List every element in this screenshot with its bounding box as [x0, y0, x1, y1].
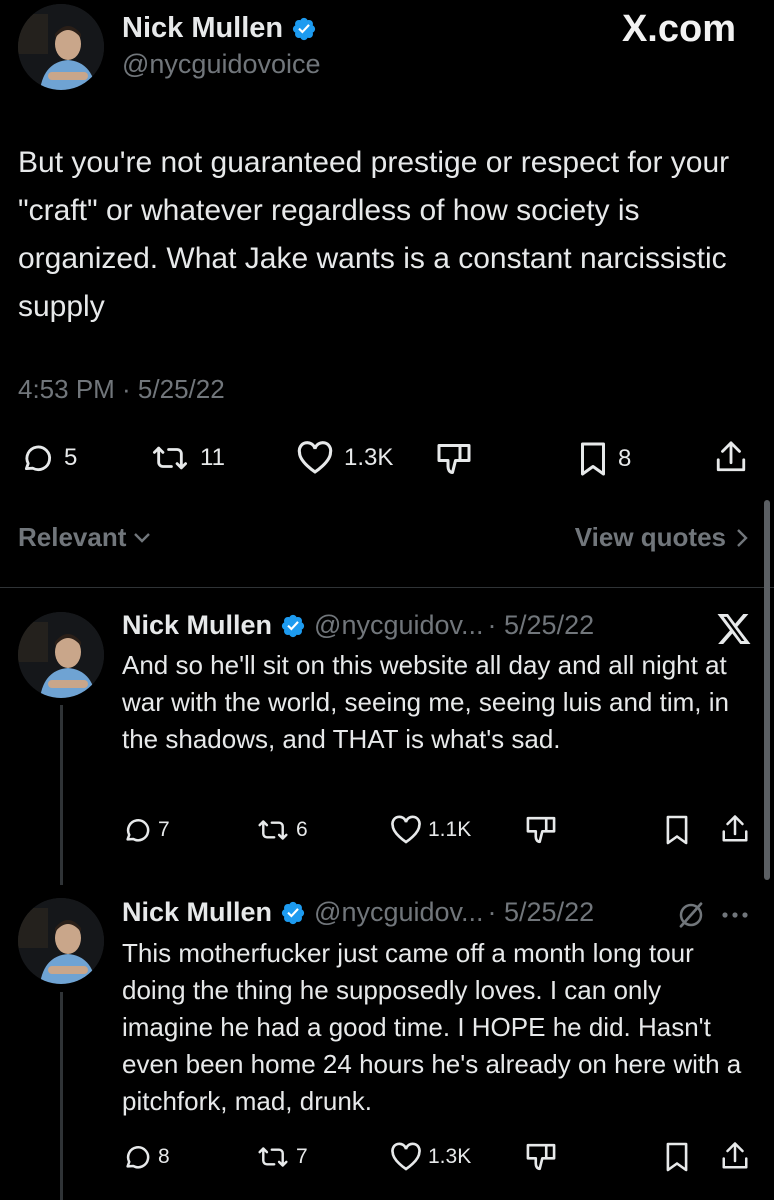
- tweet-timestamp[interactable]: 4:53 PM · 5/25/22: [18, 374, 225, 405]
- downvote-icon[interactable]: [434, 441, 474, 477]
- reply-handle[interactable]: @nycguidov...: [314, 610, 484, 641]
- grok-icon[interactable]: [676, 900, 706, 930]
- repost-count: 11: [200, 444, 225, 471]
- reply-repost-button[interactable]: 7: [256, 1142, 308, 1172]
- tweet-text: But you're not guaranteed prestige or re…: [18, 146, 730, 323]
- reply-author-name[interactable]: Nick Mullen: [122, 610, 272, 641]
- like-button[interactable]: 1.3K: [296, 441, 393, 475]
- reply-avatar[interactable]: [18, 612, 104, 698]
- like-count: 1.3K: [344, 444, 394, 471]
- bookmark-icon[interactable]: [664, 1141, 690, 1173]
- bookmark-icon: [578, 441, 608, 477]
- x-logo-icon: [716, 612, 752, 646]
- reply-text: This motherfucker just came off a month …: [122, 938, 742, 1116]
- share-icon[interactable]: [720, 812, 750, 846]
- reply-handle[interactable]: @nycguidov...: [314, 897, 484, 928]
- reply-reply-button[interactable]: 8: [122, 1142, 170, 1172]
- reply-repost-button[interactable]: 6: [256, 815, 308, 845]
- sort-dropdown[interactable]: Relevant: [18, 522, 152, 553]
- scrollbar[interactable]: [764, 500, 770, 880]
- chevron-down-icon: [132, 531, 152, 545]
- downvote-icon[interactable]: [524, 814, 558, 846]
- repost-icon: [150, 441, 190, 475]
- chevron-right-icon: [736, 528, 748, 548]
- bookmark-button[interactable]: 8: [578, 441, 631, 477]
- bookmark-icon[interactable]: [664, 814, 690, 846]
- heart-icon: [296, 441, 334, 475]
- share-icon[interactable]: [714, 438, 748, 476]
- reply-like-button[interactable]: 1.1K: [390, 815, 471, 845]
- reply-text: And so he'll sit on this website all day…: [122, 650, 729, 754]
- reply-avatar[interactable]: [18, 898, 104, 984]
- thread-line: [60, 705, 63, 885]
- reply-icon: [20, 441, 54, 475]
- reply-like-button[interactable]: 1.3K: [390, 1142, 471, 1172]
- repost-button[interactable]: 11: [150, 441, 225, 475]
- downvote-icon[interactable]: [524, 1141, 558, 1173]
- reply-count: 7: [158, 818, 170, 841]
- view-quotes-link[interactable]: View quotes: [575, 522, 748, 553]
- bookmark-count: 8: [618, 445, 632, 472]
- reply-reply-button[interactable]: 7: [122, 815, 170, 845]
- thread-line: [60, 992, 63, 1200]
- repost-icon: [256, 815, 290, 845]
- share-icon[interactable]: [720, 1139, 750, 1173]
- like-count: 1.3K: [428, 1145, 472, 1168]
- reply-button[interactable]: 5: [20, 441, 77, 475]
- verified-badge-icon: [280, 900, 306, 926]
- repost-icon: [256, 1142, 290, 1172]
- brand-watermark: X.com: [621, 8, 736, 50]
- reply-icon: [122, 1142, 152, 1172]
- more-options-icon[interactable]: [720, 910, 750, 920]
- reply-count: 5: [64, 444, 78, 471]
- reply-count: 8: [158, 1145, 170, 1168]
- view-quotes-label: View quotes: [574, 522, 726, 552]
- author-name[interactable]: Nick Mullen: [122, 12, 283, 45]
- reply-author-name[interactable]: Nick Mullen: [122, 897, 272, 928]
- like-count: 1.1K: [428, 818, 472, 841]
- repost-count: 6: [296, 818, 308, 841]
- divider: [0, 587, 774, 588]
- heart-icon: [390, 815, 422, 845]
- sort-label: Relevant: [18, 522, 127, 552]
- reply-icon: [122, 815, 152, 845]
- verified-badge-icon: [280, 613, 306, 639]
- reply-date[interactable]: · 5/25/22: [488, 610, 595, 641]
- verified-badge-icon: [291, 16, 317, 42]
- reply-date[interactable]: · 5/25/22: [488, 897, 595, 928]
- author-handle[interactable]: @nycguidovoice: [122, 49, 321, 80]
- repost-count: 7: [296, 1145, 308, 1168]
- author-avatar[interactable]: [18, 4, 104, 90]
- heart-icon: [390, 1142, 422, 1172]
